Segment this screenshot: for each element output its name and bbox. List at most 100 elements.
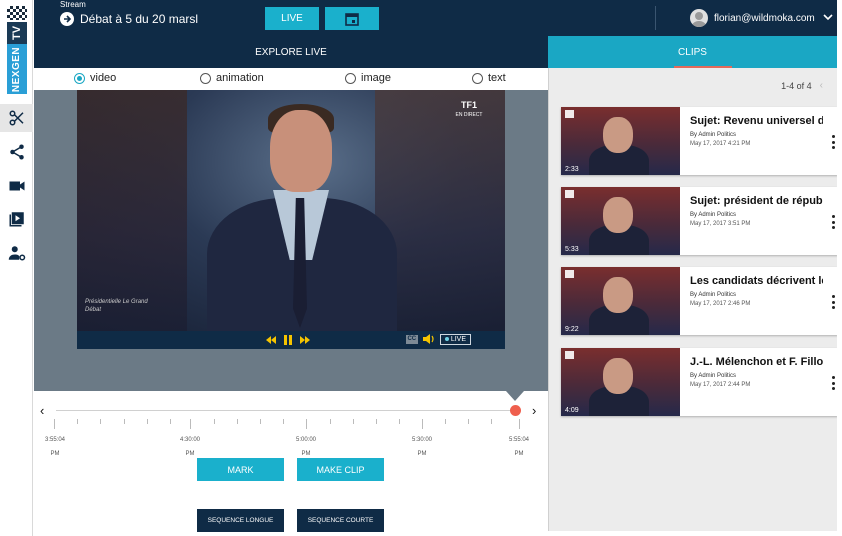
top-bar: Stream Débat à 5 du 20 marsl LIVE floria… (34, 0, 837, 36)
arrow-right-circle-icon (60, 12, 74, 26)
clip-author: By Admin Politics (690, 132, 737, 138)
calendar-icon (345, 12, 359, 26)
radio-dot (345, 72, 356, 84)
timeline-track[interactable] (56, 410, 515, 411)
clip-title: J.-L. Mélenchon et F. Fillor (690, 356, 823, 368)
clip-card[interactable]: 2:33 Sujet: Revenu universel d' By Admin… (561, 107, 838, 175)
more-vertical-icon[interactable] (830, 295, 836, 309)
clip-date: May 17, 2017 2:44 PM (690, 382, 751, 388)
tab-clips[interactable]: CLIPS (548, 36, 837, 68)
clip-duration: 4:09 (565, 407, 579, 414)
clip-duration: 5:33 (565, 246, 579, 253)
app-root: TV NEXGEN Stream Débat à 5 du 20 marsl L… (0, 0, 842, 536)
page-edge (837, 0, 842, 536)
video-player[interactable]: TF1 EN DIRECT Présidentielle Le Grand Dé… (77, 90, 505, 331)
clip-author: By Admin Politics (690, 212, 737, 218)
film-icon (565, 190, 574, 198)
live-badge[interactable]: LIVE (439, 333, 471, 345)
user-settings-icon (8, 246, 25, 261)
radio-label: image (361, 72, 391, 84)
nexgen-tv-logo: TV NEXGEN (7, 6, 27, 94)
rail-playlist[interactable] (0, 205, 33, 233)
tick-label: 5:00:00 PM (295, 437, 317, 457)
volume-icon[interactable] (422, 333, 436, 345)
explore-live-header: EXPLORE LIVE (34, 36, 548, 68)
clip-title: Sujet: président de républ (690, 195, 823, 207)
radio-image[interactable]: image (345, 72, 391, 84)
skip-forward-icon[interactable] (299, 334, 311, 346)
film-icon (565, 351, 574, 359)
timeline-next-icon[interactable]: › (532, 403, 536, 418)
stream-select[interactable]: Débat à 5 du 20 marsl (60, 9, 290, 29)
stream-value: Débat à 5 du 20 marsl (80, 12, 199, 26)
clip-card[interactable]: 4:09 J.-L. Mélenchon et F. Fillor By Adm… (561, 348, 838, 416)
clip-card[interactable]: 9:22 Les candidats décrivent le By Admin… (561, 267, 838, 335)
player-area: TF1 EN DIRECT Présidentielle Le Grand Dé… (34, 90, 548, 391)
chevron-down-icon (823, 12, 833, 25)
live-button[interactable]: LIVE (265, 7, 319, 30)
logo-tv-text: TV (11, 25, 23, 41)
tick-label: 5:30:00 PM (411, 437, 433, 457)
checker-flag-icon (7, 6, 27, 20)
user-email: florian@wildmoka.com (714, 12, 815, 24)
program-watermark: Présidentielle Le Grand Débat (85, 299, 148, 313)
rail-camera[interactable] (0, 172, 33, 200)
channel-logo: TF1 EN DIRECT (455, 100, 483, 118)
clips-tab-label: CLIPS (678, 46, 707, 58)
clip-duration: 2:33 (565, 166, 579, 173)
pager: 1-4 of 4 ‹ (781, 80, 823, 91)
radio-text[interactable]: text (472, 72, 506, 84)
film-icon (565, 110, 574, 118)
clip-thumbnail[interactable]: 4:09 (561, 348, 680, 416)
rail-user-settings[interactable] (0, 239, 33, 267)
closed-caption-icon[interactable]: CC (405, 334, 418, 344)
sequence-longue-button[interactable]: SEQUENCE LONGUE (197, 509, 284, 532)
radio-dot (472, 72, 483, 84)
clip-date: May 17, 2017 3:51 PM (690, 221, 751, 227)
radio-animation[interactable]: animation (200, 72, 264, 84)
mark-button[interactable]: MARK (197, 458, 284, 481)
user-menu[interactable]: florian@wildmoka.com (690, 8, 833, 28)
more-vertical-icon[interactable] (830, 135, 836, 149)
clip-date: May 17, 2017 2:46 PM (690, 301, 751, 307)
clip-duration: 9:22 (565, 326, 579, 333)
media-type-selector: video animation image text (34, 68, 548, 90)
more-vertical-icon[interactable] (830, 376, 836, 390)
tick-label: 5:55:04 PM (508, 437, 530, 457)
skip-back-icon[interactable] (265, 334, 277, 346)
radio-video[interactable]: video (74, 72, 116, 84)
avatar (690, 9, 708, 27)
rail-share[interactable] (0, 138, 33, 166)
chevron-left-icon[interactable]: ‹ (820, 80, 823, 91)
calendar-button[interactable] (325, 7, 379, 30)
logo-brand-text: NEXGEN (11, 46, 23, 92)
radio-label: video (90, 72, 117, 84)
pause-icon[interactable] (282, 334, 294, 346)
clip-thumbnail[interactable]: 2:33 (561, 107, 680, 175)
radio-label: animation (216, 72, 264, 84)
topbar-divider (655, 6, 656, 30)
sequence-courte-button[interactable]: SEQUENCE COURTE (297, 509, 384, 532)
tick-label: 3:55:04 PM (44, 437, 66, 457)
tick-label: 4:30:00 PM (179, 437, 201, 457)
timeline-prev-icon[interactable]: ‹ (40, 403, 44, 418)
radio-label: text (488, 72, 506, 84)
clip-thumbnail[interactable]: 5:33 (561, 187, 680, 255)
clips-panel: 1-4 of 4 ‹ 2:33 Sujet: Revenu universel … (548, 68, 838, 531)
radio-dot (200, 72, 211, 84)
timeline-knob[interactable] (510, 405, 521, 416)
stream-label: Stream (60, 0, 86, 9)
clip-title: Les candidats décrivent le (690, 275, 823, 287)
rail-clip-editor[interactable] (0, 104, 33, 132)
more-vertical-icon[interactable] (830, 215, 836, 229)
clip-thumbnail[interactable]: 9:22 (561, 267, 680, 335)
playhead-pointer (506, 391, 524, 401)
playlist-icon (9, 212, 24, 227)
video-controls: CC LIVE (77, 331, 505, 349)
share-icon (9, 144, 24, 160)
clip-title: Sujet: Revenu universel d' (690, 115, 823, 127)
radio-dot (74, 72, 85, 84)
make-clip-button[interactable]: MAKE CLIP (297, 458, 384, 481)
film-icon (565, 270, 574, 278)
clip-card[interactable]: 5:33 Sujet: président de républ By Admin… (561, 187, 838, 255)
